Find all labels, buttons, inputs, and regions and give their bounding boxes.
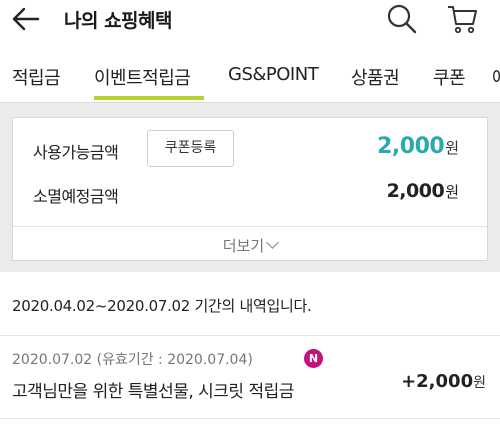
history-amount: +2,000원 (401, 371, 486, 392)
tab-gift-card[interactable]: 상품권 (351, 64, 400, 90)
history-amount-value: +2,000 (401, 371, 474, 392)
expiring-amount-label: 소멸예정금액 (33, 187, 119, 206)
more-button[interactable]: 더보기 (13, 235, 487, 256)
card-divider (13, 226, 487, 227)
expiring-amount: 2,000원 (387, 180, 459, 202)
history-date: 2020.07.02 (유효기간 : 2020.07.04) (12, 352, 253, 368)
summary-section: 사용가능금액 쿠폰등록 2,000원 소멸예정금액 2,000원 더보기 (0, 102, 500, 272)
tab-points[interactable]: 적립금 (12, 64, 61, 90)
tab-event-points[interactable]: 이벤트적립금 (94, 64, 191, 90)
tab-gs-point[interactable]: GS&POINT (228, 64, 319, 85)
chevron-down-icon (266, 236, 280, 249)
search-icon[interactable] (386, 3, 418, 35)
available-amount-unit: 원 (445, 139, 459, 157)
list-divider (0, 418, 500, 419)
coupon-register-button[interactable]: 쿠폰등록 (147, 130, 234, 167)
period-notice: 2020.04.02~2020.07.02 기간의 내역입니다. (0, 280, 500, 336)
expiring-amount-value: 2,000 (386, 180, 445, 202)
active-tab-indicator (94, 96, 204, 100)
history-amount-unit: 원 (473, 375, 486, 391)
page-title: 나의 쇼핑혜택 (64, 10, 173, 32)
cart-icon[interactable] (446, 3, 478, 35)
available-amount-label: 사용가능금액 (33, 143, 119, 162)
app-header: 나의 쇼핑혜택 (0, 0, 500, 40)
available-amount-value: 2,000 (377, 134, 445, 159)
tab-next-partial[interactable]: 에 (492, 64, 500, 90)
benefit-tabs: 적립금 이벤트적립금 GS&POINT 상품권 쿠폰 에 (0, 50, 500, 102)
history-title: 고객님만을 위한 특별선물, 시크릿 적립금 (12, 382, 294, 402)
arrow-left-icon[interactable] (10, 4, 42, 34)
more-label: 더보기 (222, 237, 265, 255)
expiring-amount-unit: 원 (445, 183, 459, 201)
period-text: 2020.04.02~2020.07.02 기간의 내역입니다. (12, 297, 312, 315)
tab-coupon[interactable]: 쿠폰 (433, 64, 466, 90)
available-amount: 2,000원 (377, 134, 459, 159)
summary-card: 사용가능금액 쿠폰등록 2,000원 소멸예정금액 2,000원 더보기 (12, 117, 488, 261)
new-badge: N (304, 349, 323, 368)
list-item[interactable]: 2020.07.02 (유효기간 : 2020.07.04) N 고객님만을 위… (0, 337, 500, 425)
